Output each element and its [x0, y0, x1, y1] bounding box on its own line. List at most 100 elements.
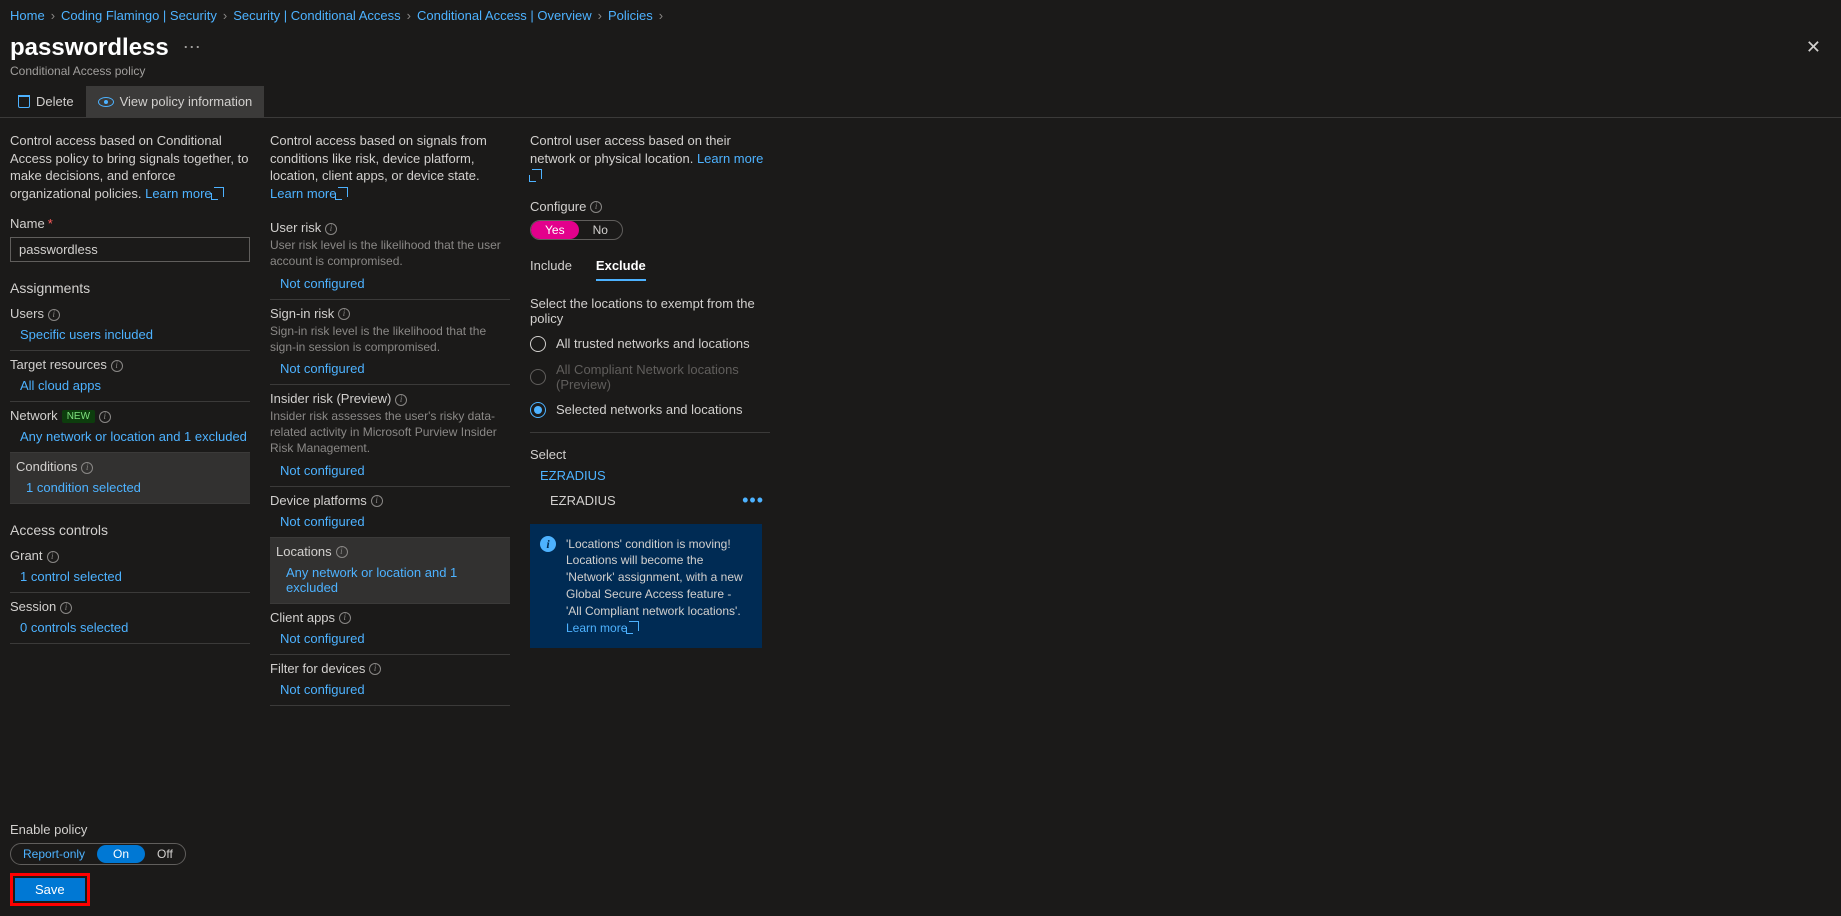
enable-policy-toggle[interactable]: Report-only On Off	[10, 843, 186, 865]
users-section[interactable]: Users Specific users included	[10, 300, 250, 351]
banner-learn-more[interactable]: Learn more	[566, 621, 639, 635]
assignments-heading: Assignments	[10, 280, 250, 296]
conditions-description: Control access based on signals from con…	[270, 132, 510, 202]
device-platforms-link[interactable]: Not configured	[280, 514, 365, 529]
external-link-icon	[629, 621, 639, 631]
info-icon[interactable]	[369, 663, 381, 675]
info-icon[interactable]	[395, 394, 407, 406]
tab-include[interactable]: Include	[530, 258, 572, 281]
select-label: Select	[530, 447, 770, 462]
locations-link[interactable]: Any network or location and 1 excluded	[286, 565, 457, 595]
info-icon[interactable]	[47, 551, 59, 563]
radio-compliant-network: All Compliant Network locations (Preview…	[530, 362, 770, 392]
configure-yes[interactable]: Yes	[531, 221, 579, 239]
client-apps-section[interactable]: Client apps Not configured	[270, 604, 510, 655]
select-link[interactable]: EZRADIUS	[540, 468, 606, 483]
info-icon: i	[540, 536, 556, 552]
save-button[interactable]: Save	[15, 878, 85, 901]
breadcrumb-item[interactable]: Conditional Access | Overview	[417, 8, 592, 23]
signin-risk-section[interactable]: Sign-in risk Sign-in risk level is the l…	[270, 300, 510, 385]
learn-more-link[interactable]: Learn more	[270, 186, 348, 201]
info-icon[interactable]	[325, 223, 337, 235]
info-icon[interactable]	[371, 495, 383, 507]
info-icon[interactable]	[60, 602, 72, 614]
toggle-on[interactable]: On	[97, 845, 145, 863]
column-policy: Control access based on Conditional Acce…	[10, 132, 250, 706]
signin-risk-link[interactable]: Not configured	[280, 361, 365, 376]
target-resources-link[interactable]: All cloud apps	[20, 378, 101, 393]
radio-all-trusted[interactable]: All trusted networks and locations	[530, 336, 770, 352]
info-banner: i 'Locations' condition is moving! Locat…	[530, 524, 762, 649]
new-badge: NEW	[62, 410, 95, 423]
page-title: passwordless	[10, 34, 169, 62]
tab-exclude[interactable]: Exclude	[596, 258, 646, 281]
network-section[interactable]: NetworkNEW Any network or location and 1…	[10, 402, 250, 453]
radio-selected-networks[interactable]: Selected networks and locations	[530, 402, 770, 418]
trash-icon	[18, 95, 30, 108]
info-icon[interactable]	[48, 309, 60, 321]
external-link-icon	[214, 187, 224, 197]
breadcrumb-item[interactable]: Security | Conditional Access	[233, 8, 400, 23]
breadcrumb-item[interactable]: Policies	[608, 8, 653, 23]
eye-icon	[98, 97, 114, 107]
user-risk-section[interactable]: User risk User risk level is the likelih…	[270, 214, 510, 299]
column-locations: Control user access based on their netwo…	[530, 132, 770, 706]
policy-name-input[interactable]	[10, 237, 250, 262]
users-link[interactable]: Specific users included	[20, 327, 153, 342]
page-subtitle: Conditional Access policy	[0, 64, 1841, 86]
enable-policy-label: Enable policy	[10, 822, 186, 837]
row-more-icon[interactable]: •••	[742, 496, 764, 504]
info-icon[interactable]	[339, 612, 351, 624]
toolbar: Delete View policy information	[0, 86, 1841, 118]
radio-icon	[530, 402, 546, 418]
user-risk-link[interactable]: Not configured	[280, 276, 365, 291]
delete-button[interactable]: Delete	[6, 86, 86, 117]
locations-section[interactable]: Locations Any network or location and 1 …	[270, 538, 510, 604]
save-highlight: Save	[10, 873, 90, 906]
insider-risk-section[interactable]: Insider risk (Preview) Insider risk asse…	[270, 385, 510, 487]
footer: Enable policy Report-only On Off Save	[10, 822, 186, 906]
info-icon[interactable]	[336, 546, 348, 558]
radio-icon	[530, 336, 546, 352]
session-section[interactable]: Session 0 controls selected	[10, 593, 250, 644]
toggle-off[interactable]: Off	[145, 845, 185, 863]
external-link-icon	[338, 187, 348, 197]
view-policy-info-button[interactable]: View policy information	[86, 86, 265, 117]
access-controls-heading: Access controls	[10, 522, 250, 538]
device-platforms-section[interactable]: Device platforms Not configured	[270, 487, 510, 538]
client-apps-link[interactable]: Not configured	[280, 631, 365, 646]
configure-no[interactable]: No	[579, 221, 622, 239]
close-icon[interactable]: ✕	[1796, 31, 1831, 64]
external-link-icon	[532, 169, 542, 179]
configure-toggle[interactable]: Yes No	[530, 220, 623, 240]
info-icon[interactable]	[111, 360, 123, 372]
include-exclude-tabs: Include Exclude	[530, 258, 770, 282]
toggle-report-only[interactable]: Report-only	[11, 845, 97, 863]
info-icon[interactable]	[99, 411, 111, 423]
learn-more-link[interactable]: Learn more	[145, 186, 223, 201]
breadcrumb: Home› Coding Flamingo | Security› Securi…	[0, 0, 1841, 27]
target-resources-section[interactable]: Target resources All cloud apps	[10, 351, 250, 402]
breadcrumb-item[interactable]: Coding Flamingo | Security	[61, 8, 217, 23]
info-icon[interactable]	[590, 201, 602, 213]
filter-devices-section[interactable]: Filter for devices Not configured	[270, 655, 510, 706]
more-menu-icon[interactable]: ⋯	[183, 37, 201, 58]
policy-description: Control access based on Conditional Acce…	[10, 132, 250, 202]
radio-icon	[530, 369, 546, 385]
grant-section[interactable]: Grant 1 control selected	[10, 542, 250, 593]
info-icon[interactable]	[81, 462, 93, 474]
grant-link[interactable]: 1 control selected	[20, 569, 122, 584]
session-link[interactable]: 0 controls selected	[20, 620, 128, 635]
insider-risk-link[interactable]: Not configured	[280, 463, 365, 478]
exempt-heading: Select the locations to exempt from the …	[530, 296, 770, 326]
conditions-section[interactable]: Conditions 1 condition selected	[10, 453, 250, 504]
column-conditions: Control access based on signals from con…	[270, 132, 510, 706]
selected-location-name: EZRADIUS	[550, 493, 616, 508]
filter-devices-link[interactable]: Not configured	[280, 682, 365, 697]
name-label: Name*	[10, 216, 250, 231]
info-icon[interactable]	[338, 308, 350, 320]
conditions-link[interactable]: 1 condition selected	[26, 480, 141, 495]
locations-description: Control user access based on their netwo…	[530, 132, 770, 185]
network-link[interactable]: Any network or location and 1 excluded	[20, 429, 247, 444]
breadcrumb-home[interactable]: Home	[10, 8, 45, 23]
